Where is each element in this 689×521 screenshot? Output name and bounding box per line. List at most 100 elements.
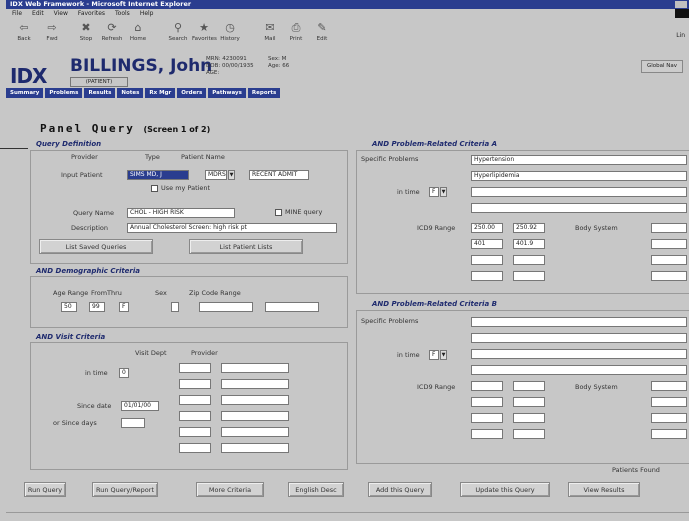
problem-b-in-time-dropdown-icon[interactable]: ▼ [440, 350, 447, 360]
view-results-button[interactable]: View Results [568, 482, 640, 497]
tab-rx-mgr[interactable]: Rx Mgr [145, 88, 176, 98]
problem-a-body-system-2[interactable] [651, 239, 687, 249]
description-field[interactable]: Annual Cholesterol Screen: high risk pt [127, 223, 337, 233]
use-my-patients-checkbox[interactable] [151, 185, 158, 192]
zip-separator-field[interactable] [171, 302, 179, 312]
problem-a-icd-thru-1[interactable]: 250.92 [513, 223, 545, 233]
problem-b-in-time-field[interactable]: F [429, 350, 439, 360]
provider-field[interactable]: SIMS MD, J [127, 170, 189, 180]
visit-provider-field-6[interactable] [221, 443, 289, 453]
problem-a-field-2[interactable]: Hyperlipidemia [471, 171, 687, 181]
problem-b-field-4[interactable] [471, 365, 687, 375]
problem-a-icd-thru-4[interactable] [513, 271, 545, 281]
tab-summary[interactable]: Summary [6, 88, 44, 98]
edit-button[interactable]: ✎ Edit [310, 20, 334, 50]
problem-b-icd-thru-4[interactable] [513, 429, 545, 439]
mail-button[interactable]: ✉ Mail [258, 20, 282, 50]
query-name-field[interactable]: CHOL - HIGH RISK [127, 208, 235, 218]
tab-pathways[interactable]: Pathways [208, 88, 246, 98]
favorites-button[interactable]: ★ Favorites [192, 20, 217, 50]
home-button[interactable]: ⌂ Home [126, 20, 150, 50]
refresh-button[interactable]: ⟳ Refresh [100, 20, 124, 50]
english-desc-button[interactable]: English Desc [288, 482, 344, 497]
sex-field[interactable]: F [119, 302, 129, 312]
add-this-query-button[interactable]: Add this Query [368, 482, 432, 497]
type-field[interactable]: MDRS [205, 170, 227, 180]
problem-b-icd-thru-3[interactable] [513, 413, 545, 423]
problem-b-body-system-2[interactable] [651, 397, 687, 407]
problem-a-body-system-3[interactable] [651, 255, 687, 265]
problem-b-icd-thru-2[interactable] [513, 397, 545, 407]
problem-b-icd-thru-1[interactable] [513, 381, 545, 391]
visit-dept-field-4[interactable] [179, 411, 211, 421]
visit-dept-field-3[interactable] [179, 395, 211, 405]
problem-a-in-time-field[interactable]: F [429, 187, 439, 197]
problem-a-icd-from-1[interactable]: 250.00 [471, 223, 503, 233]
visit-dept-field-5[interactable] [179, 427, 211, 437]
back-button[interactable]: ⇦ Back [12, 20, 36, 50]
menu-edit[interactable]: Edit [32, 10, 44, 17]
zip-thru-field[interactable] [265, 302, 319, 312]
problem-b-icd-from-3[interactable] [471, 413, 503, 423]
tab-orders[interactable]: Orders [177, 88, 207, 98]
problem-a-field-3[interactable] [471, 187, 687, 197]
since-date-field[interactable]: 01/01/00 [121, 401, 159, 411]
stop-button[interactable]: ✖ Stop [74, 20, 98, 50]
problem-b-body-system-4[interactable] [651, 429, 687, 439]
more-criteria-button[interactable]: More Criteria [196, 482, 264, 497]
since-days-field[interactable] [121, 418, 145, 428]
problem-a-icd-from-4[interactable] [471, 271, 503, 281]
problem-a-field-4[interactable] [471, 203, 687, 213]
history-button[interactable]: ◷ History [218, 20, 242, 50]
print-button[interactable]: ⎙ Print [284, 20, 308, 50]
menu-favorites[interactable]: Favorites [78, 10, 105, 17]
update-this-query-button[interactable]: Update this Query [460, 482, 550, 497]
forward-button[interactable]: ⇨ Fwd [40, 20, 64, 50]
visit-provider-field-4[interactable] [221, 411, 289, 421]
menu-view[interactable]: View [54, 10, 68, 17]
problem-b-icd-from-1[interactable] [471, 381, 503, 391]
global-nav-button[interactable]: Global Nav [641, 60, 683, 73]
list-patient-lists-button[interactable]: List Patient Lists [189, 239, 303, 254]
patient-button[interactable]: (PATIENT) [70, 77, 128, 87]
problem-b-body-system-1[interactable] [651, 381, 687, 391]
mine-query-checkbox[interactable] [275, 209, 282, 216]
run-query-report-button[interactable]: Run Query/Report [92, 482, 158, 497]
problem-b-field-2[interactable] [471, 333, 687, 343]
menu-file[interactable]: File [12, 10, 22, 17]
tab-results[interactable]: Results [84, 88, 116, 98]
age-thru-field[interactable]: 99 [89, 302, 105, 312]
tab-problems[interactable]: Problems [45, 88, 83, 98]
patient-name-field[interactable]: RECENT ADMIT [249, 170, 309, 180]
problem-a-icd-from-3[interactable] [471, 255, 503, 265]
visit-provider-field-3[interactable] [221, 395, 289, 405]
problem-a-body-system-1[interactable] [651, 223, 687, 233]
type-dropdown-icon[interactable]: ▼ [228, 170, 235, 180]
tab-reports[interactable]: Reports [247, 88, 281, 98]
problem-b-icd-from-2[interactable] [471, 397, 503, 407]
age-from-field[interactable]: 50 [61, 302, 77, 312]
visit-in-time-field[interactable]: 0 [119, 368, 129, 378]
visit-provider-field-1[interactable] [221, 363, 289, 373]
list-saved-queries-button[interactable]: List Saved Queries [39, 239, 153, 254]
problem-a-body-system-4[interactable] [651, 271, 687, 281]
problem-a-field-1[interactable]: Hypertension [471, 155, 687, 165]
visit-dept-field-6[interactable] [179, 443, 211, 453]
window-controls[interactable] [675, 1, 687, 8]
problem-b-field-3[interactable] [471, 349, 687, 359]
zip-from-field[interactable] [199, 302, 253, 312]
search-button[interactable]: ⚲ Search [166, 20, 190, 50]
problem-a-icd-thru-3[interactable] [513, 255, 545, 265]
problem-b-body-system-3[interactable] [651, 413, 687, 423]
menu-help[interactable]: Help [140, 10, 154, 17]
problem-a-icd-from-2[interactable]: 401 [471, 239, 503, 249]
tab-notes[interactable]: Notes [117, 88, 144, 98]
visit-dept-field-2[interactable] [179, 379, 211, 389]
problem-b-icd-from-4[interactable] [471, 429, 503, 439]
problem-a-icd-thru-2[interactable]: 401.9 [513, 239, 545, 249]
links-label[interactable]: Lin [676, 32, 685, 39]
menu-tools[interactable]: Tools [115, 10, 130, 17]
visit-dept-field-1[interactable] [179, 363, 211, 373]
problem-b-field-1[interactable] [471, 317, 687, 327]
run-query-button[interactable]: Run Query [24, 482, 66, 497]
